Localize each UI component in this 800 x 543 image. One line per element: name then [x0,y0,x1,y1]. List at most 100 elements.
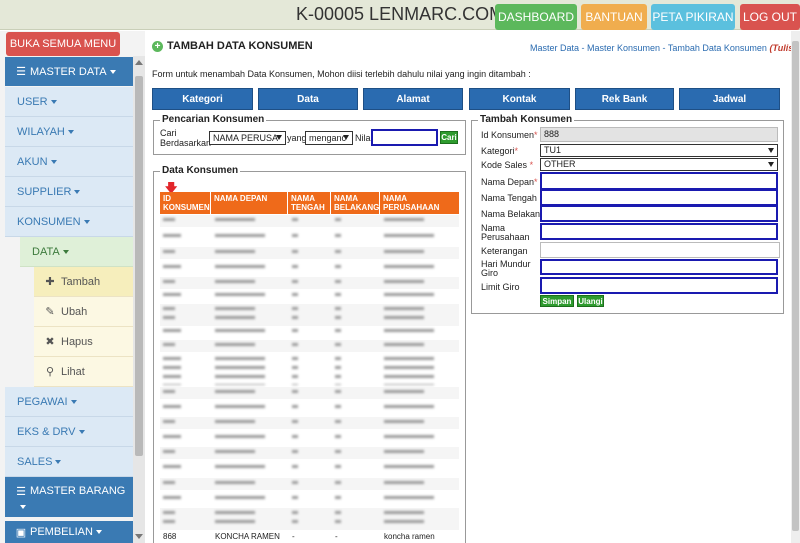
nama-tengah-input[interactable] [540,189,778,206]
table-cell-blurred [163,450,175,456]
nama-belakang-input[interactable] [540,205,778,222]
help-button[interactable]: BANTUAN [581,4,647,30]
sidebar-scroll-thumb[interactable] [135,76,143,456]
page-scrollbar[interactable] [791,31,800,543]
sidebar-item-supplier[interactable]: SUPPLIER [5,177,133,207]
column-header-nama-depan[interactable]: NAMA DEPAN [211,192,288,214]
table-cell-blurred [163,405,181,411]
table-row[interactable] [160,340,459,352]
sidebar-item-eks-drv[interactable]: EKS & DRV [5,417,133,447]
sidebar-item-sales[interactable]: SALES [5,447,133,477]
column-header-nama-belakang[interactable]: NAMA BELAKANG [331,192,380,214]
sidebar-item-wilayah[interactable]: WILAYAH [5,117,133,147]
table-row[interactable] [160,478,459,490]
kode-sales-label: Kode Sales * [481,160,534,170]
column-header-nama-perusahaan[interactable]: NAMA PERUSAHAAN [380,192,459,214]
table-row[interactable] [160,462,459,474]
table-row[interactable] [160,432,459,444]
search-input[interactable] [371,129,438,146]
keterangan-textarea[interactable] [540,242,780,258]
page-scroll-thumb[interactable] [792,41,799,531]
table-cell-blurred [384,481,424,487]
tab-kontak[interactable]: Kontak [469,88,570,110]
table-cell-blurred [292,465,298,471]
table-row[interactable] [160,326,459,338]
search-field-select[interactable]: NAMA PERUSA [209,131,286,145]
table-cell-blurred [384,250,424,256]
kategori-select[interactable]: TU1 [540,144,778,157]
sidebar-item-label: EKS & DRV [17,425,76,438]
sidebar-subitem-data[interactable]: DATA [20,237,133,267]
search-button[interactable]: Cari [440,131,458,144]
table-row[interactable] [160,354,459,388]
reset-button[interactable]: Ulangi [577,295,604,307]
sidebar-item-konsumen[interactable]: KONSUMEN [5,207,133,237]
sidebar-pembelian-label: PEMBELIAN [30,526,93,538]
table-row[interactable]: 868 KONCHA RAMEN - - koncha ramen [160,532,459,543]
tab-jadwal[interactable]: Jadwal [679,88,780,110]
limit-giro-input[interactable] [540,277,778,294]
page-title: + TAMBAH DATA KONSUMEN [152,40,313,52]
open-all-menu-button[interactable]: BUKA SEMUA MENU [6,32,120,56]
sidebar-item-user[interactable]: USER [5,87,133,117]
chevron-down-icon [62,249,69,254]
table-cell-blurred [163,481,175,487]
table-row[interactable] [160,417,459,429]
kode-sales-select[interactable]: OTHER [540,158,778,171]
mind-map-button[interactable]: PETA PIKIRAN [651,4,735,30]
table-row[interactable] [160,304,459,326]
nama-perusahaan-input[interactable] [540,223,778,240]
sidebar-action-ubah[interactable]: ✎ Ubah [34,297,133,327]
table-row[interactable] [160,290,459,302]
table-cell-blurred [384,450,424,456]
sidebar-pembelian[interactable]: ▣ PEMBELIAN [5,521,133,543]
dropdown-arrow-icon [768,162,774,167]
sidebar-action-tambah[interactable]: ✚ Tambah [34,267,133,297]
sidebar-action-lihat[interactable]: ⚲ Lihat [34,357,133,387]
table-row[interactable] [160,231,459,243]
table-row[interactable] [160,247,459,259]
sidebar-item-akun[interactable]: AKUN [5,147,133,177]
column-header-nama-tengah[interactable]: NAMA TENGAH [288,192,331,214]
table-cell-blurred [384,265,434,271]
breadcrumb-path[interactable]: Master Data - Master Konsumen - Tambah D… [530,43,767,53]
table-cell-blurred [163,420,175,426]
table-row[interactable] [160,508,459,530]
search-operator-select[interactable]: menganc [305,131,353,145]
table-legend: Data Konsumen [160,165,241,176]
dashboard-button[interactable]: DASHBOARD [495,4,577,30]
table-row[interactable] [160,215,459,227]
table-row[interactable] [160,493,459,505]
scroll-up-icon[interactable] [135,60,143,65]
sidebar-scrollbar[interactable] [133,56,145,543]
logout-button[interactable]: LOG OUT [740,4,800,30]
table-cell-blurred [335,265,341,271]
sidebar-item-pegawai[interactable]: PEGAWAI [5,387,133,417]
table-row[interactable] [160,447,459,459]
table-cell-blurred [215,234,265,240]
table-cell-blurred [384,435,434,441]
table-cell-blurred [335,343,341,349]
nama-depan-input[interactable] [540,172,778,190]
table-row[interactable] [160,262,459,274]
tab-rek-bank[interactable]: Rek Bank [575,88,674,110]
table-cell-blurred [292,481,298,487]
table-row[interactable] [160,277,459,289]
scroll-down-icon[interactable] [135,534,143,539]
save-button[interactable]: Simpan [540,295,574,307]
table-cell-blurred [215,481,255,487]
sidebar-master-data[interactable]: ☰ MASTER DATA [5,57,133,86]
tab-kategori[interactable]: Kategori [152,88,253,110]
table-cell-blurred [384,390,424,396]
table-row[interactable] [160,402,459,414]
hari-mundur-giro-input[interactable] [540,259,778,275]
column-header-id[interactable]: ID KONSUMEN [160,192,211,214]
chevron-down-icon [67,129,74,134]
sidebar-master-barang[interactable]: ☰ MASTER BARANG [5,477,133,517]
table-row[interactable] [160,387,459,399]
table-cell-blurred [292,450,298,456]
sidebar-action-hapus[interactable]: ✖ Hapus [34,327,133,357]
table-cell-blurred [292,218,298,224]
tab-alamat[interactable]: Alamat [363,88,463,110]
tab-data[interactable]: Data [258,88,358,110]
